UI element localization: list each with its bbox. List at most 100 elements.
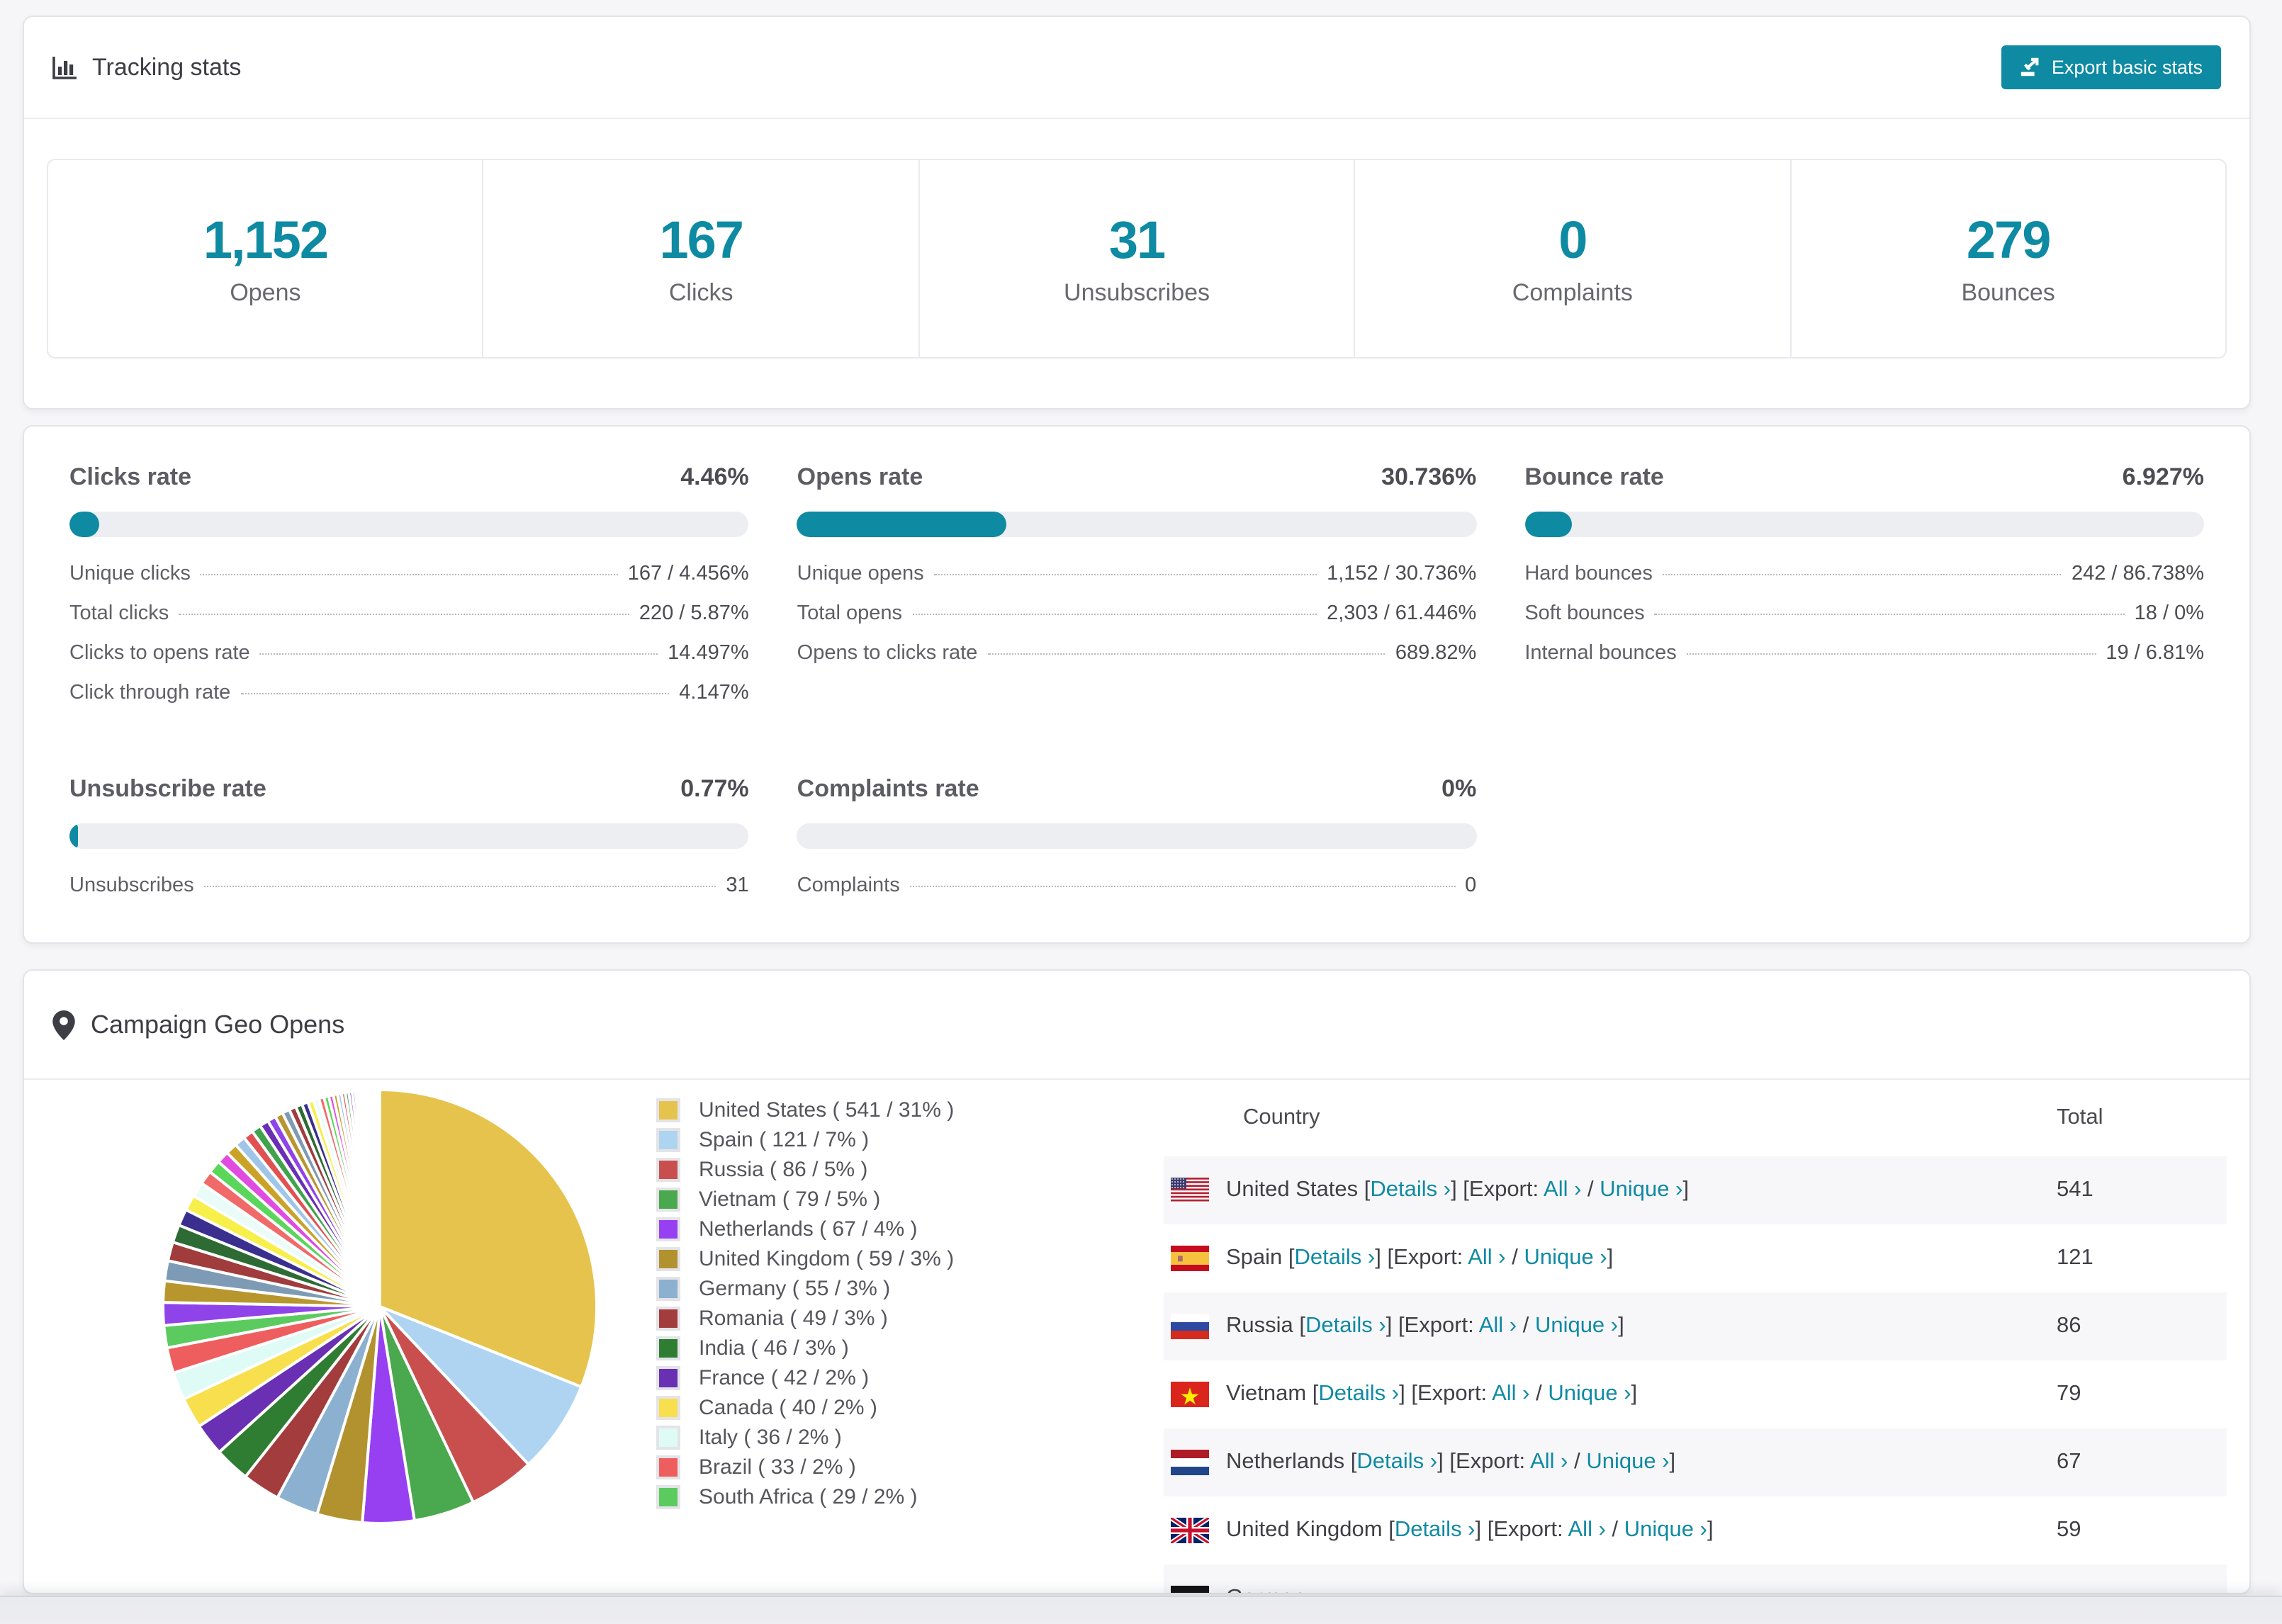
legend-item-south-africa[interactable]: South Africa ( 29 / 2% ) [656,1482,954,1512]
geo-section-title: Campaign Geo Opens [91,1010,345,1038]
rate-title: Opens rate [797,463,923,490]
rate-header: Complaints rate 0% [797,775,1477,803]
export-unique-link[interactable]: Unique › [1624,1518,1707,1542]
bar-chart-icon [52,55,78,80]
bracket: ] [1707,1518,1714,1542]
rate-value: 0% [1441,775,1477,802]
export-unique-link[interactable]: Unique › [1548,1382,1631,1406]
link-separator: / [1605,1518,1624,1542]
details-link[interactable]: Details › [1356,1450,1437,1474]
details-link[interactable]: Details › [1370,1178,1451,1202]
rate-block-complaints-rate: Complaints rate 0% Complaints 0 [797,775,1477,914]
legend-item-italy[interactable]: Italy ( 36 / 2% ) [656,1423,954,1453]
rate-title: Complaints rate [797,775,979,802]
geo-table-header: Country Total [1164,1078,2227,1156]
bottom-scrollbar-track[interactable] [0,1596,2282,1624]
bracket: ] [Export: [1437,1450,1531,1474]
stat-row-label: Complaints [797,874,900,897]
stat-row-value: 14.497% [668,642,749,665]
legend-swatch [656,1188,680,1212]
flag-de-icon [1171,1586,1209,1593]
export-unique-link[interactable]: Unique › [1600,1178,1682,1202]
total-cell: 86 [2057,1314,2081,1338]
legend-label: Romania ( 49 / 3% ) [699,1307,888,1331]
country-cell: Netherlands [Details ›] [Export: All › /… [1226,1450,2057,1475]
stat-row-value: 689.82% [1395,642,1477,665]
rate-value: 4.46% [680,463,749,490]
link-separator: / [1568,1450,1587,1474]
details-link[interactable]: Details › [1318,1382,1399,1406]
legend-item-spain[interactable]: Spain ( 121 / 7% ) [656,1125,954,1155]
stat-row-value: 31 [726,874,749,897]
export-basic-stats-button[interactable]: Export basic stats [2001,45,2221,89]
geo-country-table: Country Total United States [Details ›] … [1164,1078,2227,1593]
pie-slice-other[interactable] [376,1088,381,1307]
country-name: Germany [1226,1586,1317,1593]
export-all-link[interactable]: All › [1568,1518,1606,1542]
legend-item-india[interactable]: India ( 46 / 3% ) [656,1333,954,1363]
link-separator: / [1581,1178,1600,1202]
rate-value: 6.927% [2122,463,2204,490]
bracket: ] [Export: [1399,1382,1493,1406]
export-all-link[interactable]: All › [1492,1382,1529,1406]
details-link[interactable]: Details › [1395,1518,1476,1542]
bracket: ] [1682,1178,1690,1202]
column-header-total: Total [2057,1105,2103,1129]
legend-swatch [656,1277,680,1301]
stat-row-label: Unsubscribes [69,874,194,897]
stat-row-label: Hard bounces [1524,563,1653,585]
legend-item-russia[interactable]: Russia ( 86 / 5% ) [656,1155,954,1185]
stat-row-value: 18 / 0% [2134,602,2204,625]
legend-swatch [656,1455,680,1479]
bracket: ] [Export: [1386,1314,1479,1338]
stat-row: Unique clicks 167 / 4.456% [69,563,749,602]
export-all-link[interactable]: All › [1468,1246,1505,1270]
legend-item-netherlands[interactable]: Netherlands ( 67 / 4% ) [656,1214,954,1244]
summary-label: Clicks [668,278,734,305]
pie-svg [162,1088,599,1526]
flag-ru-icon [1171,1314,1209,1339]
rate-progress-fill [1524,512,1572,537]
export-unique-link[interactable]: Unique › [1524,1246,1607,1270]
rate-block-clicks-rate: Clicks rate 4.46% Unique clicks 167 / 4.456… [69,463,749,721]
export-all-link[interactable]: All › [1544,1178,1581,1202]
details-link[interactable]: Details › [1305,1314,1386,1338]
rate-rows: Complaints 0 [797,874,1477,914]
legend-label: Germany ( 55 / 3% ) [699,1277,891,1301]
export-all-link[interactable]: All › [1530,1450,1568,1474]
legend-item-romania[interactable]: Romania ( 49 / 3% ) [656,1304,954,1333]
legend-item-united-states[interactable]: United States ( 541 / 31% ) [656,1095,954,1125]
dotted-leader [1686,653,2096,655]
screenshot-stage: Tracking stats Export basic stats 1,152 O… [0,0,2282,1624]
details-link[interactable]: Details › [1295,1246,1376,1270]
legend-item-canada[interactable]: Canada ( 40 / 2% ) [656,1393,954,1423]
export-all-link[interactable]: All › [1479,1314,1517,1338]
legend-item-vietnam[interactable]: Vietnam ( 79 / 5% ) [656,1185,954,1214]
legend-label: Russia ( 86 / 5% ) [699,1158,868,1182]
rate-progress-track [69,823,749,849]
stat-row: Unique opens 1,152 / 30.736% [797,563,1477,602]
stat-row-value: 0 [1465,874,1477,897]
legend-label: United States ( 541 / 31% ) [699,1098,955,1122]
legend-item-france[interactable]: France ( 42 / 2% ) [656,1363,954,1393]
stat-row: Opens to clicks rate 689.82% [797,642,1477,682]
summary-metric-bounces: 279 Bounces [1791,160,2225,357]
table-row-ru: Russia [Details ›] [Export: All › / Uniq… [1164,1292,2227,1360]
export-unique-link[interactable]: Unique › [1586,1450,1669,1474]
legend-item-germany[interactable]: Germany ( 55 / 3% ) [656,1274,954,1304]
page-title: Tracking stats [52,53,241,81]
summary-label: Unsubscribes [1064,278,1210,305]
rates-card: Clicks rate 4.46% Unique clicks 167 / 4.456… [23,425,2251,944]
legend-item-brazil[interactable]: Brazil ( 33 / 2% ) [656,1453,954,1482]
legend-swatch [656,1426,680,1450]
stat-row-label: Internal bounces [1524,642,1677,665]
legend-item-united-kingdom[interactable]: United Kingdom ( 59 / 3% ) [656,1244,954,1274]
country-name: Spain [1226,1246,1288,1270]
country-name: United States [1226,1178,1364,1202]
legend-label: Brazil ( 33 / 2% ) [699,1455,856,1479]
legend-label: Canada ( 40 / 2% ) [699,1396,877,1420]
summary-metric-opens: 1,152 Opens [48,160,484,357]
export-unique-link[interactable]: Unique › [1535,1314,1618,1338]
summary-metric-complaints: 0 Complaints [1355,160,1792,357]
stat-row-value: 4.147% [679,682,749,704]
